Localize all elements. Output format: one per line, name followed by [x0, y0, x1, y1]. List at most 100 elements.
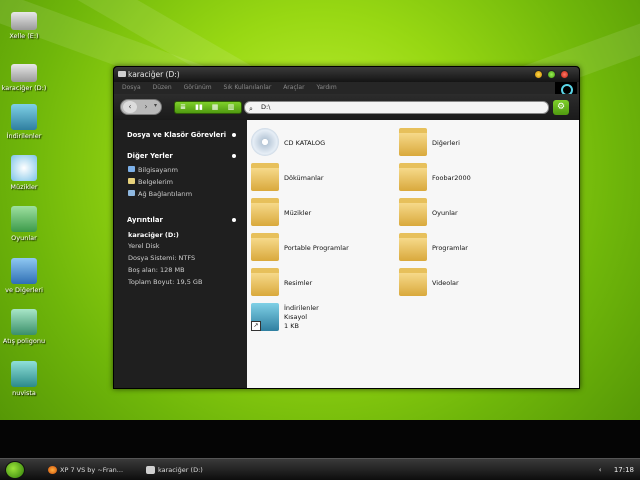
desktop-icon-muzikler[interactable]: Müzikler: [0, 155, 48, 191]
details-total-size: Toplam Boyut: 19,5 GB: [128, 278, 203, 286]
file-name: Portable Programlar: [284, 244, 349, 252]
folder-icon: [399, 128, 427, 156]
file-item[interactable]: Dökümanlar: [251, 163, 381, 195]
minimize-button[interactable]: [534, 70, 543, 79]
file-item[interactable]: Portable Programlar: [251, 233, 381, 265]
collapse-icon[interactable]: [232, 154, 236, 158]
tray-expand-icon[interactable]: ‹: [599, 466, 602, 474]
taskbar: XP 7 VS by ~Fran... karaciğer (D:) ‹ 17:…: [0, 458, 640, 480]
search-icon: ⌕: [249, 105, 253, 113]
menu-araclar[interactable]: Araçlar: [283, 84, 304, 91]
file-item[interactable]: CD KATALOG: [251, 128, 381, 160]
shortcut-file-item[interactable]: ↗ İndirilenler Kısayol 1 KB: [251, 303, 381, 343]
file-list: CD KATALOG Diğerleri Dökümanlar Foobar20…: [247, 120, 579, 388]
file-name: Resimler: [284, 279, 313, 287]
chevron-down-icon[interactable]: ▾: [154, 102, 157, 109]
menu-duzen[interactable]: Düzen: [153, 84, 172, 91]
file-item[interactable]: Foobar2000: [399, 163, 529, 195]
file-name: Oyunlar: [432, 209, 458, 217]
desktop-icon-nuvista[interactable]: nuvista: [0, 361, 48, 397]
view-details-button[interactable]: ▥: [223, 102, 239, 113]
desktop-icon-label: Oyunlar: [11, 234, 37, 242]
folder-icon: [251, 163, 279, 191]
folder-icon: [399, 163, 427, 191]
file-item[interactable]: Videolar: [399, 268, 529, 300]
downloads-shortcut-icon: [11, 104, 37, 130]
place-my-documents[interactable]: Belgelerim: [128, 178, 173, 186]
forward-button[interactable]: ›: [139, 101, 153, 113]
games-shortcut-icon: [11, 206, 37, 232]
details-section-title[interactable]: Ayrıntılar: [127, 216, 163, 224]
view-buttons: ≣ ▮▮ ▦ ▥: [174, 101, 242, 114]
view-list-button[interactable]: ≣: [175, 102, 191, 113]
back-button[interactable]: ‹: [123, 101, 137, 113]
places-section-title[interactable]: Diğer Yerler: [127, 152, 173, 160]
place-label: Bilgisayarım: [138, 166, 179, 174]
file-name: CD KATALOG: [284, 139, 326, 147]
drive-icon: [146, 466, 155, 474]
file-type: Kısayol: [284, 313, 308, 321]
explorer-window: karaciğer (D:) Dosya Düzen Görünüm Sık K…: [113, 66, 580, 389]
place-label: Belgelerim: [138, 178, 174, 186]
folder-icon: [399, 268, 427, 296]
navigation-buttons: ‹ › ▾: [120, 99, 162, 115]
menu-bar: Dosya Düzen Görünüm Sık Kullanılanlar Ar…: [114, 82, 579, 94]
desktop-icon-label: Xelle (E:): [9, 32, 39, 40]
menu-gorunum[interactable]: Görünüm: [184, 84, 212, 91]
details-type: Yerel Disk: [128, 242, 160, 250]
details-filesystem: Dosya Sistemi: NTFS: [128, 254, 196, 262]
desktop-icon-label: İndirilenler: [6, 132, 42, 140]
file-name: Müzikler: [284, 209, 312, 217]
desktop-icon-oyunlar[interactable]: Oyunlar: [0, 206, 48, 242]
desktop-icon-ve-digerleri[interactable]: ve Diğerleri: [0, 258, 48, 294]
system-tray: ‹ 17:18: [599, 462, 634, 478]
drive-icon: [11, 12, 37, 30]
desktop-icon-indirilenler[interactable]: İndirilenler: [0, 104, 48, 140]
desktop-icon-karaciger[interactable]: karaciğer (D:): [0, 58, 48, 92]
music-shortcut-icon: [11, 155, 37, 181]
collapse-icon[interactable]: [232, 133, 236, 137]
desktop-icon-label: ve Diğerleri: [5, 286, 43, 294]
file-item[interactable]: Oyunlar: [399, 198, 529, 230]
shortcut-arrow-icon: ↗: [251, 321, 261, 331]
view-thumbnails-button[interactable]: ▦: [207, 102, 223, 113]
clock[interactable]: 17:18: [614, 466, 634, 474]
menu-yardim[interactable]: Yardım: [316, 84, 336, 91]
title-bar[interactable]: karaciğer (D:): [114, 67, 579, 82]
taskbar-item-label: karaciğer (D:): [158, 466, 203, 474]
folder-icon: [251, 268, 279, 296]
folder-icon: [399, 233, 427, 261]
view-filmstrip-button[interactable]: ▮▮: [191, 102, 207, 113]
tasks-section-title[interactable]: Dosya ve Klasör Görevleri: [127, 131, 226, 139]
taskbar-item-firefox[interactable]: XP 7 VS by ~Fran...: [46, 462, 123, 478]
file-item[interactable]: Resimler: [251, 268, 381, 300]
desktop-icon-atis-poligonu[interactable]: Atış poligonu: [0, 309, 48, 345]
menu-sik-kullanilanlar[interactable]: Sık Kullanılanlar: [224, 84, 272, 91]
network-icon: [128, 190, 135, 196]
firefox-icon: [48, 466, 57, 474]
computer-icon: [128, 166, 135, 172]
maximize-button[interactable]: [547, 70, 556, 79]
details-name: karaciğer (D:): [128, 231, 179, 239]
desktop-icon-label: Atış poligonu: [2, 337, 46, 345]
menu-dosya[interactable]: Dosya: [122, 84, 141, 91]
details-free-space: Boş alan: 128 MB: [128, 266, 185, 274]
file-item[interactable]: Diğerleri: [399, 128, 529, 160]
file-item[interactable]: Programlar: [399, 233, 529, 265]
shortcut-icon: [11, 309, 37, 335]
go-button[interactable]: ⚙: [553, 100, 569, 115]
desktop-icon-label: Müzikler: [10, 183, 38, 191]
desktop-icon-xelle[interactable]: Xelle (E:): [0, 6, 48, 40]
folder-icon: [251, 233, 279, 261]
documents-icon: [128, 178, 135, 184]
place-my-computer[interactable]: Bilgisayarım: [128, 166, 178, 174]
start-button[interactable]: [5, 461, 25, 479]
close-button[interactable]: [560, 70, 569, 79]
taskbar-item-explorer[interactable]: karaciğer (D:): [144, 462, 203, 478]
place-network[interactable]: Ağ Bağlantılarım: [128, 190, 192, 198]
address-bar[interactable]: ⌕ D:\: [244, 101, 549, 114]
toolbar: ‹ › ▾ ≣ ▮▮ ▦ ▥ ⌕ D:\ ⚙: [114, 94, 579, 120]
file-item[interactable]: Müzikler: [251, 198, 381, 230]
collapse-icon[interactable]: [232, 218, 236, 222]
file-name: Videolar: [432, 279, 459, 287]
